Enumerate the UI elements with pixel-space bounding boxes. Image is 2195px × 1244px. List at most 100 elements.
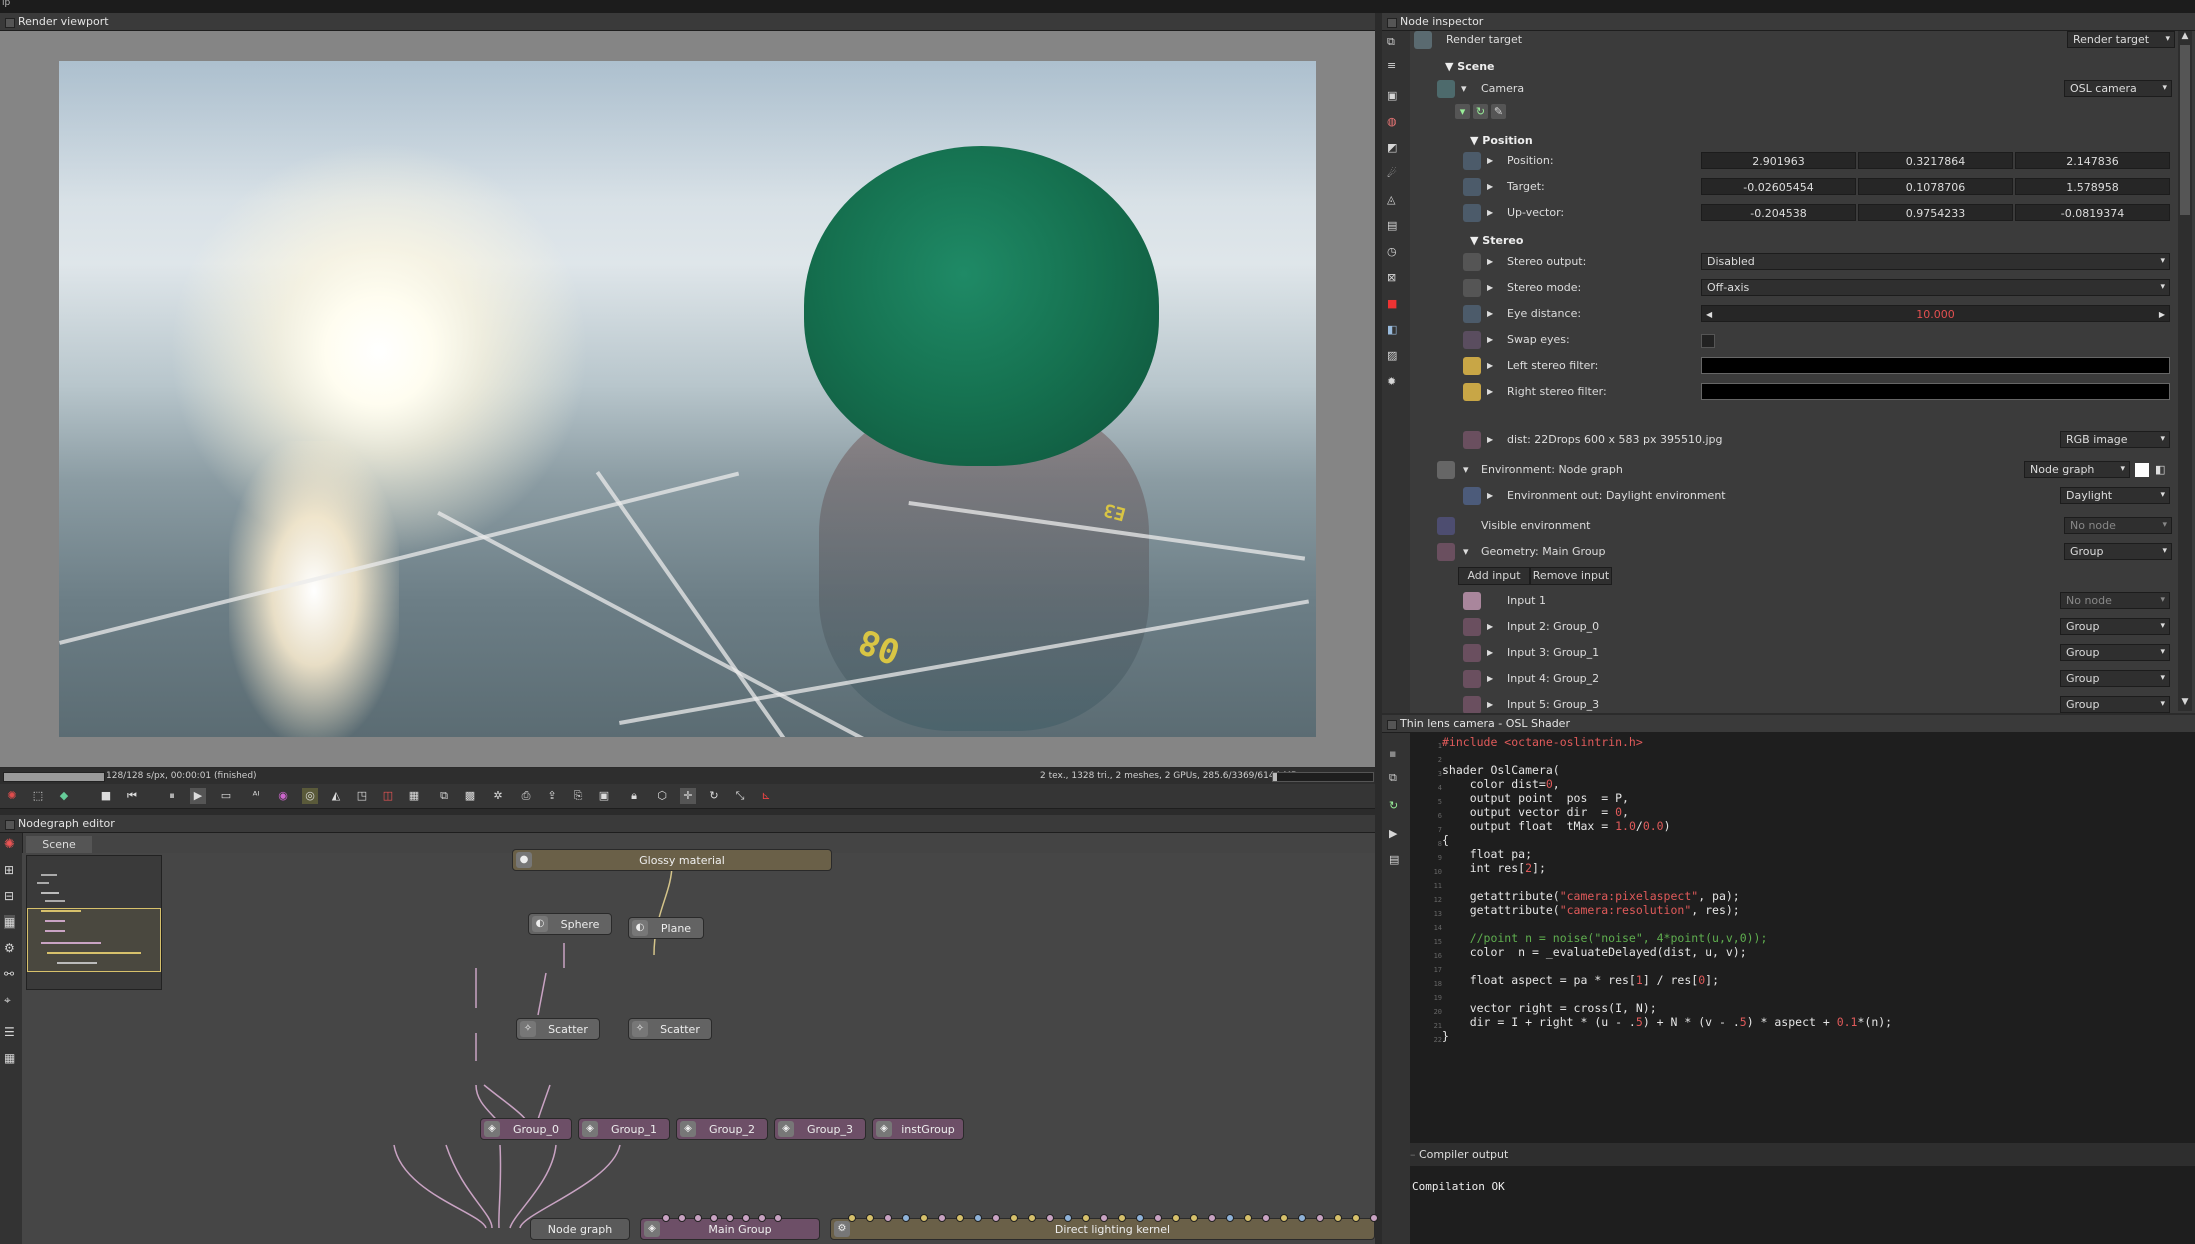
pin-icon[interactable]: ⌖	[4, 993, 11, 1008]
add-input-button[interactable]: Add input	[1458, 567, 1530, 585]
code-line[interactable]: getattribute("camera:resolution", res);	[1442, 903, 1740, 917]
code-line[interactable]: getattribute("camera:pixelaspect", pa);	[1442, 889, 1740, 903]
code-line[interactable]: shader OslCamera(	[1442, 763, 1560, 777]
bool-node-icon[interactable]	[1463, 331, 1481, 349]
input-select[interactable]: No node	[2060, 592, 2170, 609]
expand-arrow-icon[interactable]: ▶	[1487, 484, 1493, 508]
panel-handle-icon[interactable]	[1387, 18, 1397, 28]
stereo-output-select[interactable]: Disabled	[1701, 253, 2170, 270]
node-scatter[interactable]: ✧ Scatter	[628, 1018, 712, 1040]
node-pin[interactable]	[1208, 1214, 1216, 1222]
node-pin[interactable]	[1082, 1214, 1090, 1222]
node-pin[interactable]	[726, 1214, 734, 1222]
node-pin[interactable]	[774, 1214, 782, 1222]
display-icon[interactable]: ⧉	[436, 788, 452, 804]
node-pin[interactable]	[1064, 1214, 1072, 1222]
code-line[interactable]: {	[1442, 833, 1449, 847]
postprocess-icon[interactable]: ✹	[1387, 375, 1396, 388]
collapse-arrow-icon[interactable]: ▾	[1463, 458, 1469, 482]
empty-input-icon[interactable]	[1463, 592, 1481, 610]
expand-arrow-icon[interactable]: ▶	[1487, 250, 1493, 274]
group-node-icon[interactable]	[1463, 696, 1481, 713]
rgb-node-icon[interactable]	[1463, 357, 1481, 375]
node-node-graph[interactable]: Node graph	[530, 1218, 630, 1240]
code-line[interactable]: float aspect = pa * res[1] / res[0];	[1442, 973, 1719, 987]
octane-node-icon[interactable]: ✺	[4, 837, 15, 852]
camera-type-select[interactable]: OSL camera	[2064, 80, 2172, 97]
swap-eyes-checkbox[interactable]	[1701, 334, 1715, 348]
node-sphere[interactable]: ◐ Sphere	[528, 913, 612, 935]
export-icon[interactable]: ⇪	[544, 788, 560, 804]
screen-icon[interactable]: ▭	[218, 788, 234, 804]
node-pin[interactable]	[1046, 1214, 1054, 1222]
nodegraph-canvas[interactable]: ● Glossy material ◐ Sphere ◐ Plane ✧ Sca…	[22, 849, 1378, 1244]
environment-node-icon[interactable]	[1437, 461, 1455, 479]
render-image[interactable]: 08 E3	[59, 61, 1316, 737]
node-pin[interactable]	[678, 1214, 686, 1222]
save-icon[interactable]: ▪	[1389, 747, 1396, 760]
edit-icon[interactable]: ✎	[1491, 104, 1506, 119]
float-node-icon[interactable]	[1463, 204, 1481, 222]
reload-icon[interactable]: ↻	[1389, 799, 1398, 812]
node-pin[interactable]	[992, 1214, 1000, 1222]
code-line[interactable]: int res[2];	[1442, 861, 1546, 875]
left-stereo-filter-color[interactable]	[1701, 357, 2170, 374]
node-pin[interactable]	[710, 1214, 718, 1222]
image-icon[interactable]: ▣	[1387, 89, 1397, 102]
panel-handle-icon[interactable]	[5, 820, 15, 830]
node-pin[interactable]	[1370, 1214, 1378, 1222]
node-pin[interactable]	[902, 1214, 910, 1222]
clock-icon[interactable]: ◷	[1387, 245, 1397, 258]
environment-out-select[interactable]: Daylight	[2060, 487, 2170, 504]
node-pin[interactable]	[1334, 1214, 1342, 1222]
node-pin[interactable]	[742, 1214, 750, 1222]
expand-arrow-icon[interactable]: ▶	[1487, 201, 1493, 225]
stereo-section[interactable]: ▼ Stereo	[1470, 234, 1523, 247]
world-axes-icon[interactable]: ⊾	[758, 788, 774, 804]
transform-icon[interactable]: ⊠	[1387, 271, 1396, 284]
node-group-1[interactable]: ◈ Group_1	[578, 1118, 670, 1140]
stereo-mode-select[interactable]: Off-axis	[1701, 279, 2170, 296]
position-x-field[interactable]: 2.901963	[1701, 152, 1856, 169]
group-node-icon[interactable]	[1463, 670, 1481, 688]
expand-arrow-icon[interactable]: ▶	[1487, 302, 1493, 326]
region-render-icon[interactable]: ◳	[354, 788, 370, 804]
layers-icon[interactable]: ☰	[4, 1025, 15, 1039]
node-scatter[interactable]: ✧ Scatter	[516, 1018, 600, 1040]
right-stereo-filter-color[interactable]	[1701, 383, 2170, 400]
image-icon[interactable]: ▣	[596, 788, 612, 804]
node-pin[interactable]	[1010, 1214, 1018, 1222]
expand-arrow-icon[interactable]: ▶	[1487, 667, 1493, 691]
scroll-up-icon[interactable]: ▲	[2179, 31, 2191, 43]
node-pin[interactable]	[694, 1214, 702, 1222]
code-line[interactable]: color dist=0,	[1442, 777, 1560, 791]
library-icon[interactable]: ▤	[1389, 853, 1399, 866]
copy-icon[interactable]: ⧉	[1389, 771, 1397, 785]
node-plane[interactable]: ◐ Plane	[628, 917, 704, 939]
node-group-0[interactable]: ◈ Group_0	[480, 1118, 572, 1140]
code-line[interactable]: }	[1442, 1029, 1449, 1043]
up-vector-z-field[interactable]: -0.0819374	[2015, 204, 2170, 221]
visible-environment-select[interactable]: No node	[2064, 517, 2172, 534]
copy-icon[interactable]: ⎘	[570, 788, 586, 804]
daylight-node-icon[interactable]	[1463, 487, 1481, 505]
node-pin[interactable]	[1172, 1214, 1180, 1222]
node-glossy-material[interactable]: ● Glossy material	[512, 849, 832, 871]
code-line[interactable]: color n = _evaluateDelayed(dist, u, v);	[1442, 945, 1747, 959]
group-node-icon[interactable]	[1437, 543, 1455, 561]
node-pin[interactable]	[1226, 1214, 1234, 1222]
group-icon[interactable]: ▦	[4, 915, 16, 929]
group-node-icon[interactable]	[1463, 644, 1481, 662]
code-line[interactable]: output float tMax = 1.0/0.0)	[1442, 819, 1671, 833]
camera-node-icon[interactable]	[1437, 80, 1455, 98]
expand-arrow-icon[interactable]: ▶	[1487, 328, 1493, 352]
geometry-type-select[interactable]: Group	[2064, 543, 2172, 560]
node-pin[interactable]	[758, 1214, 766, 1222]
material-picker-icon[interactable]: ◆	[56, 788, 72, 804]
node-pin[interactable]	[1190, 1214, 1198, 1222]
node-pin[interactable]	[1100, 1214, 1108, 1222]
node-pin[interactable]	[1028, 1214, 1036, 1222]
node-pin[interactable]	[1262, 1214, 1270, 1222]
input-select[interactable]: Group	[2060, 618, 2170, 635]
render-region-icon[interactable]: ⬚	[30, 788, 46, 804]
